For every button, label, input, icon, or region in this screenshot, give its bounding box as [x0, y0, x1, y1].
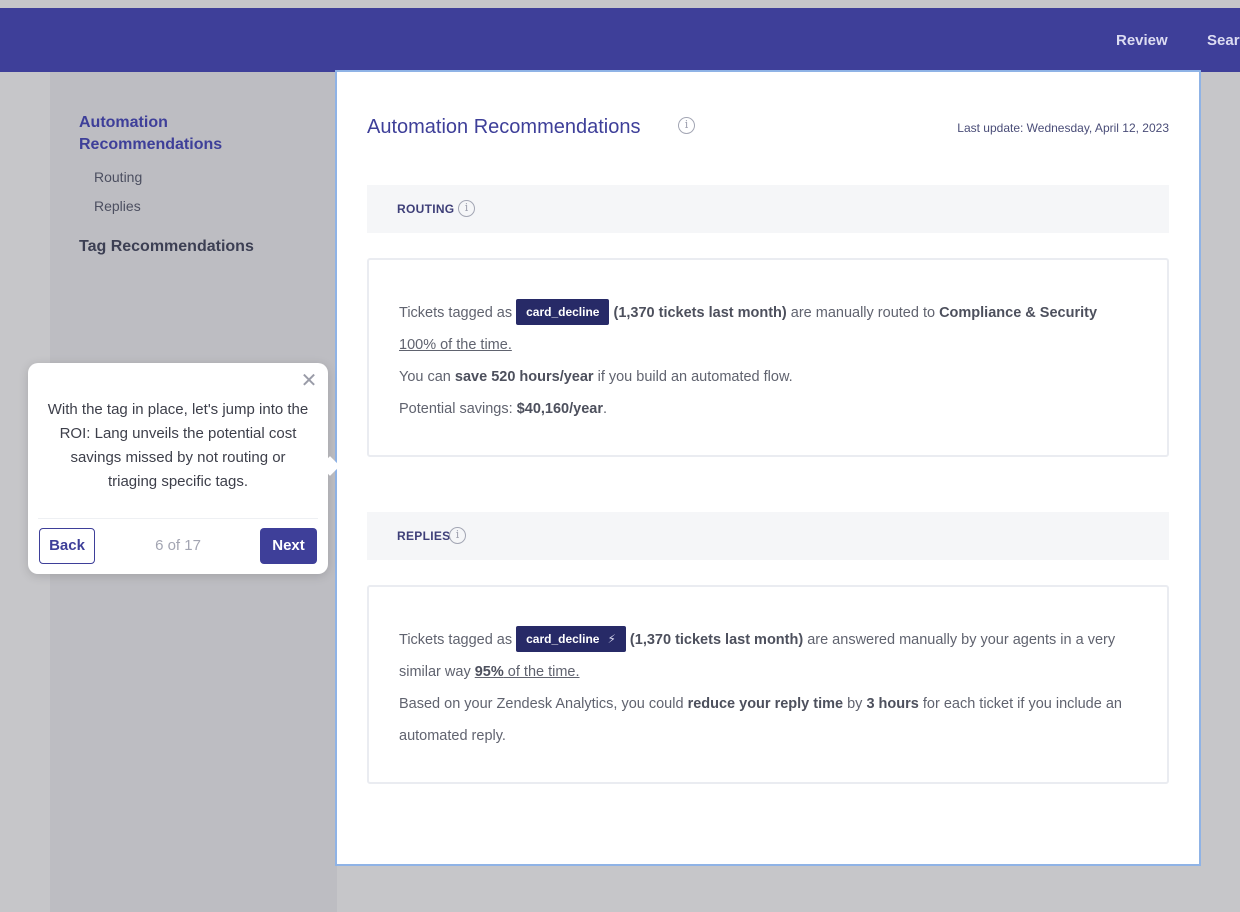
routing-prefix: Tickets tagged as: [399, 305, 513, 321]
replies-analytics-post: for each ticket if you include an: [918, 696, 1122, 712]
top-strip: [0, 0, 1240, 8]
replies-info-icon[interactable]: i: [449, 527, 466, 544]
lightning-icon: ⚡: [607, 631, 616, 646]
routing-potential-pre: Potential savings:: [399, 401, 517, 417]
replies-similar-text: similar way: [399, 664, 475, 680]
routing-info-icon[interactable]: i: [458, 200, 475, 217]
replies-tag-chip[interactable]: card_decline ⚡: [516, 625, 626, 652]
routing-section-label: ROUTING: [397, 202, 455, 216]
routing-team: Compliance & Security: [939, 305, 1098, 321]
replies-recommendation-card: Tickets tagged as card_decline ⚡ (1,370 tic…: [367, 585, 1169, 784]
replies-percentage-link[interactable]: 95% of the time.: [475, 664, 580, 680]
sidebar-item-tag-recommendations[interactable]: Tag Recommendations: [79, 236, 254, 258]
close-icon[interactable]: ✕: [299, 371, 319, 391]
main-panel: Automation Recommendations i Last update…: [335, 70, 1201, 866]
routing-percentage-link[interactable]: 100% of the time.: [399, 337, 512, 353]
replies-mid-text: are answered manually by your agents in …: [803, 632, 1116, 648]
replies-prefix: Tickets tagged as: [399, 632, 513, 648]
sidebar-item-replies[interactable]: Replies: [94, 195, 141, 217]
nav-review-link[interactable]: Review: [1116, 8, 1168, 72]
routing-save-pre: You can: [399, 369, 455, 385]
replies-line-2: similar way 95% of the time.: [399, 656, 1139, 688]
replies-hours: 3 hours: [866, 696, 919, 712]
nav-search-link[interactable]: Sear: [1207, 8, 1240, 72]
back-button[interactable]: Back: [39, 528, 95, 564]
replies-tag-label: card_decline: [526, 631, 600, 646]
replies-percentage-suffix: of the time.: [503, 664, 580, 680]
replies-by-text: by: [843, 696, 867, 712]
replies-line-1: Tickets tagged as card_decline ⚡ (1,370 tic…: [399, 624, 1139, 656]
routing-tag-chip[interactable]: card_decline: [516, 298, 610, 325]
routing-count: (1,370 tickets last month): [613, 305, 787, 321]
next-button[interactable]: Next: [260, 528, 317, 564]
routing-mid-text: are manually routed to: [786, 305, 940, 321]
replies-analytics-pre: Based on your Zendesk Analytics, you cou…: [399, 696, 688, 712]
step-counter: 6 of 17: [155, 537, 201, 554]
routing-save-post: if you build an automated flow.: [593, 369, 793, 385]
title-info-icon[interactable]: i: [678, 117, 695, 134]
routing-section-header: ROUTING i: [367, 185, 1169, 233]
routing-line-2: 100% of the time.: [399, 329, 1139, 361]
last-update-text: Last update: Wednesday, April 12, 2023: [957, 121, 1169, 135]
routing-potential-post: .: [602, 401, 607, 417]
routing-save-hours: save 520 hours/year: [454, 369, 594, 385]
routing-recommendation-card: Tickets tagged as card_decline (1,370 tick…: [367, 258, 1169, 457]
tooltip-message: With the tag in place, let's jump into t…: [47, 401, 309, 490]
routing-potential-savings: $40,160/year: [516, 401, 603, 417]
sidebar-item-routing[interactable]: Routing: [94, 166, 142, 188]
page-title: Automation Recommendations: [367, 116, 641, 138]
tour-tooltip: ✕ With the tag in place, let's jump into…: [28, 363, 340, 574]
routing-line-1: Tickets tagged as card_decline (1,370 tick…: [399, 297, 1139, 329]
replies-line-4: automated reply.: [399, 720, 1139, 752]
sidebar-item-automation-recommendations[interactable]: Automation Recommendations: [79, 112, 269, 156]
replies-automated-reply: automated reply.: [399, 728, 506, 744]
replies-line-3: Based on your Zendesk Analytics, you cou…: [399, 688, 1139, 720]
routing-line-4: Potential savings: $40,160/year.: [399, 393, 1139, 425]
replies-section-header: REPLIES i: [367, 512, 1169, 560]
replies-section-label: REPLIES: [397, 529, 451, 543]
top-header: Review Sear: [0, 8, 1240, 72]
replies-count: (1,370 tickets last month): [629, 632, 804, 648]
replies-percentage: 95%: [474, 664, 504, 680]
routing-line-3: You can save 520 hours/year if you build…: [399, 361, 1139, 393]
replies-reduce-text: reduce your reply time: [687, 696, 844, 712]
tooltip-divider: [38, 518, 318, 519]
